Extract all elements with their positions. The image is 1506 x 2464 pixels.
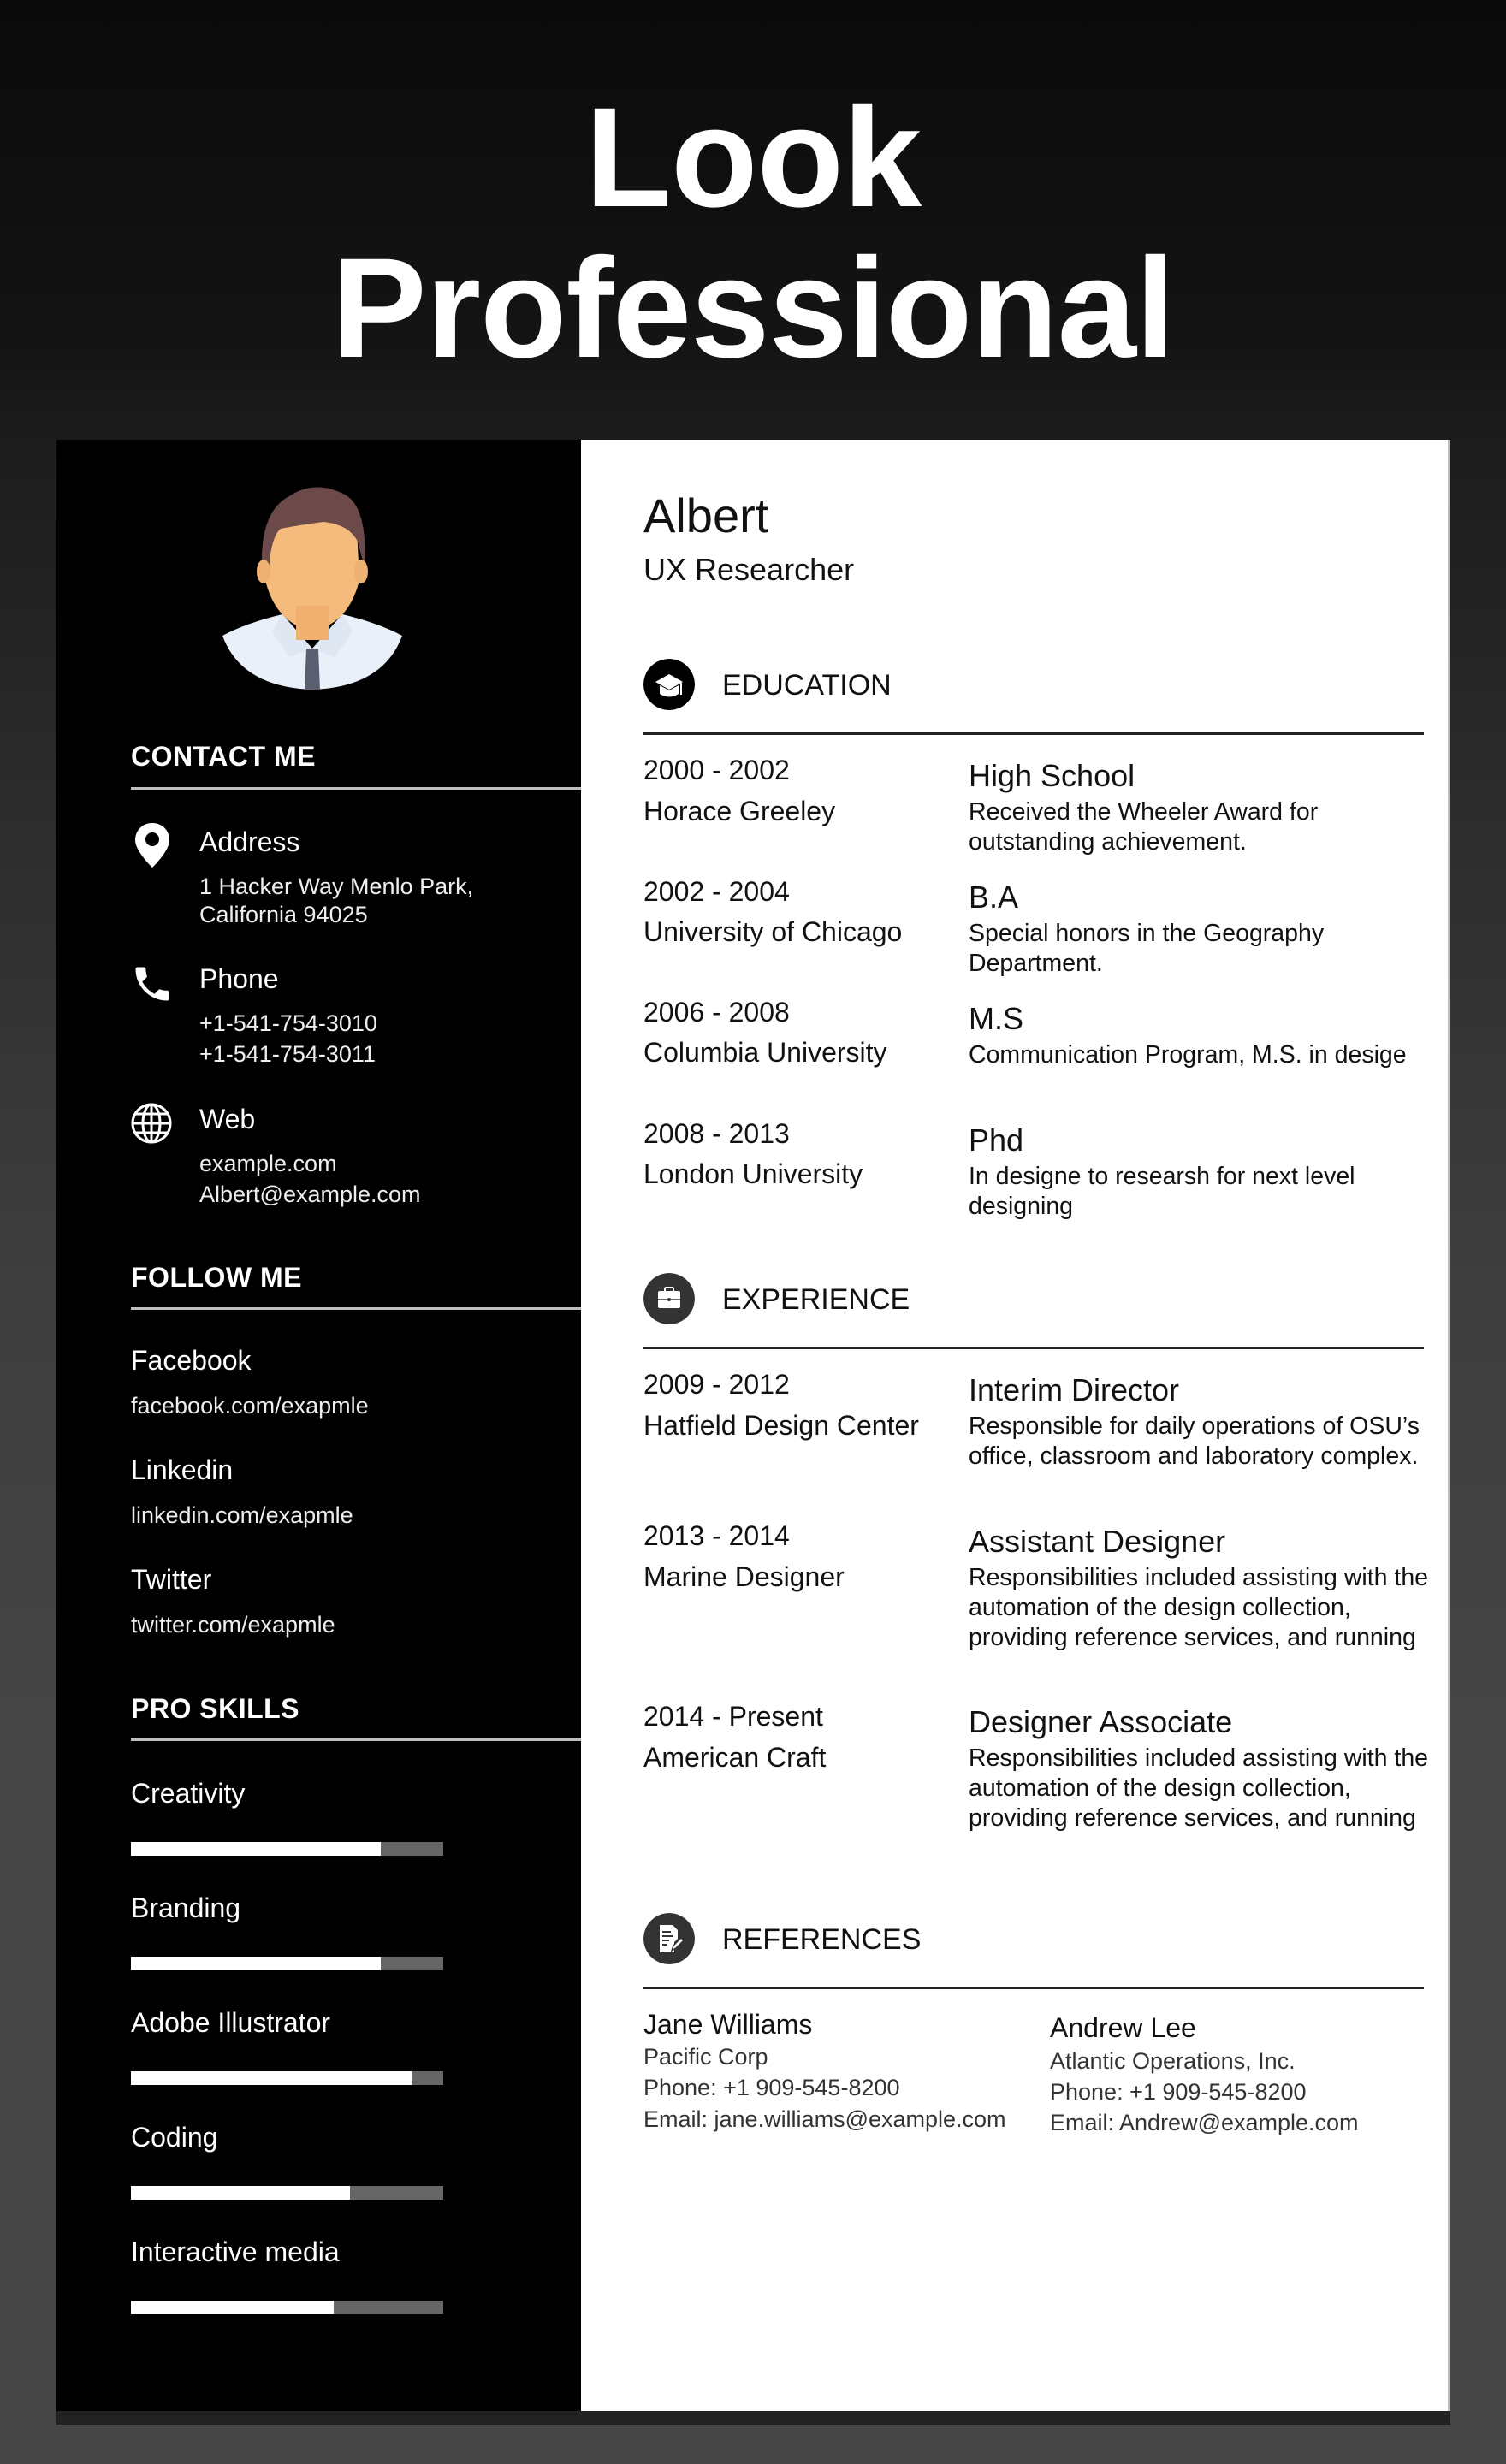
education-years: 2008 - 2013 bbox=[643, 1118, 790, 1149]
skill-bar-fill bbox=[131, 2071, 412, 2085]
reference-company: Pacific Corp bbox=[643, 2044, 768, 2070]
card-shadow bbox=[56, 2411, 1450, 2425]
contact-heading: CONTACT ME bbox=[131, 741, 316, 772]
skill-bar-fill bbox=[131, 2301, 335, 2314]
phone-line-2: +1-541-754-3011 bbox=[199, 1041, 376, 1067]
follow-linkedin-label: Linkedin bbox=[131, 1454, 234, 1485]
experience-years: 2014 - Present bbox=[643, 1701, 823, 1732]
follow-twitter-label: Twitter bbox=[131, 1564, 212, 1595]
reference-email[interactable]: Email: jane.williams@example.com bbox=[643, 2106, 1006, 2133]
profile-role: UX Researcher bbox=[643, 552, 855, 587]
education-divider bbox=[643, 732, 1424, 735]
skills-divider bbox=[131, 1738, 581, 1741]
education-description: Received the Wheeler Award for outstandi… bbox=[969, 798, 1319, 856]
phone-icon bbox=[135, 967, 169, 1001]
education-description: Special honors in the Geography Departme… bbox=[969, 920, 1325, 977]
follow-twitter-link[interactable]: twitter.com/exapmle bbox=[131, 1612, 335, 1638]
web-label: Web bbox=[199, 1104, 256, 1134]
address-label: Address bbox=[199, 826, 300, 857]
references-divider bbox=[643, 1987, 1424, 1989]
education-years: 2000 - 2002 bbox=[643, 755, 790, 785]
graduation-cap-icon bbox=[643, 659, 695, 710]
experience-heading: EXPERIENCE bbox=[722, 1283, 910, 1316]
skill-bar bbox=[131, 1957, 443, 1970]
skill-bar bbox=[131, 2186, 443, 2200]
skill-label: Branding bbox=[131, 1892, 241, 1923]
hero-title-line2: Professional bbox=[331, 229, 1175, 388]
experience-company: Marine Designer bbox=[643, 1561, 845, 1592]
education-degree: Phd bbox=[969, 1122, 1024, 1158]
skill-bar-fill bbox=[131, 1842, 381, 1856]
phone-line-1: +1-541-754-3010 bbox=[199, 1010, 377, 1036]
person-avatar-icon bbox=[222, 487, 402, 690]
skills-heading: PRO SKILLS bbox=[131, 1693, 300, 1724]
experience-description: Responsible for daily operations of OSU’… bbox=[969, 1413, 1420, 1470]
education-description: Communication Program, M.S. in desige bbox=[969, 1041, 1407, 1069]
globe-icon bbox=[131, 1103, 172, 1144]
web-site-link[interactable]: example.com bbox=[199, 1148, 337, 1180]
experience-description: Responsibilities included assisting with… bbox=[969, 1744, 1429, 1832]
experience-position: Interim Director bbox=[969, 1372, 1180, 1407]
reference-email[interactable]: Email: Andrew@example.com bbox=[1050, 2110, 1359, 2136]
education-degree: High School bbox=[969, 758, 1135, 793]
experience-description: Responsibilities included assisting with… bbox=[969, 1564, 1429, 1651]
experience-company: Hatfield Design Center bbox=[643, 1410, 919, 1441]
follow-divider bbox=[131, 1307, 581, 1310]
education-heading: EDUCATION bbox=[722, 669, 892, 702]
address-line-1: 1 Hacker Way Menlo Park, bbox=[199, 874, 474, 899]
contact-divider bbox=[131, 787, 581, 790]
education-years: 2002 - 2004 bbox=[643, 876, 790, 907]
follow-heading: FOLLOW ME bbox=[131, 1262, 303, 1293]
education-degree: B.A bbox=[969, 880, 1019, 915]
experience-years: 2009 - 2012 bbox=[643, 1369, 790, 1400]
follow-linkedin-link[interactable]: linkedin.com/exapmle bbox=[131, 1502, 353, 1529]
education-years: 2006 - 2008 bbox=[643, 997, 790, 1028]
skill-bar bbox=[131, 2071, 443, 2085]
web-email-link[interactable]: Albert@example.com bbox=[199, 1179, 421, 1211]
follow-facebook-label: Facebook bbox=[131, 1345, 252, 1376]
skill-bar bbox=[131, 1842, 443, 1856]
reference-name: Andrew Lee bbox=[1050, 2012, 1196, 2043]
education-degree: M.S bbox=[969, 1001, 1024, 1036]
education-school: Horace Greeley bbox=[643, 796, 836, 826]
experience-company: American Craft bbox=[643, 1742, 827, 1773]
education-school: Columbia University bbox=[643, 1037, 887, 1068]
follow-facebook-link[interactable]: facebook.com/exapmle bbox=[131, 1393, 369, 1419]
resume-sidebar bbox=[56, 440, 581, 2411]
reference-name: Jane Williams bbox=[643, 2009, 813, 2040]
map-pin-icon bbox=[135, 823, 169, 868]
reference-phone: Phone: +1 909-545-8200 bbox=[1050, 2079, 1307, 2105]
reference-phone: Phone: +1 909-545-8200 bbox=[643, 2075, 900, 2100]
experience-position: Designer Associate bbox=[969, 1704, 1233, 1739]
experience-divider bbox=[643, 1347, 1424, 1349]
skill-bar-fill bbox=[131, 1957, 381, 1970]
experience-years: 2013 - 2014 bbox=[643, 1520, 790, 1551]
document-edit-icon bbox=[643, 1913, 695, 1964]
education-school: University of Chicago bbox=[643, 916, 903, 947]
education-school: London University bbox=[643, 1158, 863, 1189]
references-heading: REFERENCES bbox=[722, 1923, 922, 1956]
reference-company: Atlantic Operations, Inc. bbox=[1050, 2048, 1296, 2074]
skill-label: Coding bbox=[131, 2122, 218, 2153]
skill-bar-fill bbox=[131, 2186, 350, 2200]
skill-label: Adobe Illustrator bbox=[131, 2007, 331, 2038]
skill-bar bbox=[131, 2301, 443, 2314]
briefcase-icon bbox=[643, 1273, 695, 1324]
skill-label: Interactive media bbox=[131, 2236, 340, 2267]
profile-name: Albert bbox=[643, 489, 769, 542]
skill-label: Creativity bbox=[131, 1778, 246, 1809]
hero-title-line1: Look bbox=[584, 79, 922, 237]
experience-position: Assistant Designer bbox=[969, 1524, 1226, 1559]
education-description: In designe to researsh for next level de… bbox=[969, 1163, 1355, 1220]
phone-label: Phone bbox=[199, 963, 279, 994]
address-line-2: California 94025 bbox=[199, 902, 368, 927]
